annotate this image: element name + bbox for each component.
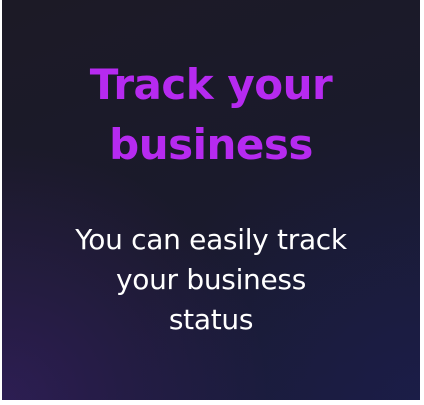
card-title-line-2: business <box>109 120 313 169</box>
card-title-line-1: Track your <box>89 60 333 109</box>
card-description: You can easily track your business statu… <box>42 220 380 340</box>
card-description-line-3: status <box>168 303 254 336</box>
card-description-line-1: You can easily track <box>75 223 347 256</box>
feature-card: Track your business You can easily track… <box>2 0 420 400</box>
card-title: Track your business <box>2 55 420 175</box>
card-description-line-2: your business <box>116 263 306 296</box>
